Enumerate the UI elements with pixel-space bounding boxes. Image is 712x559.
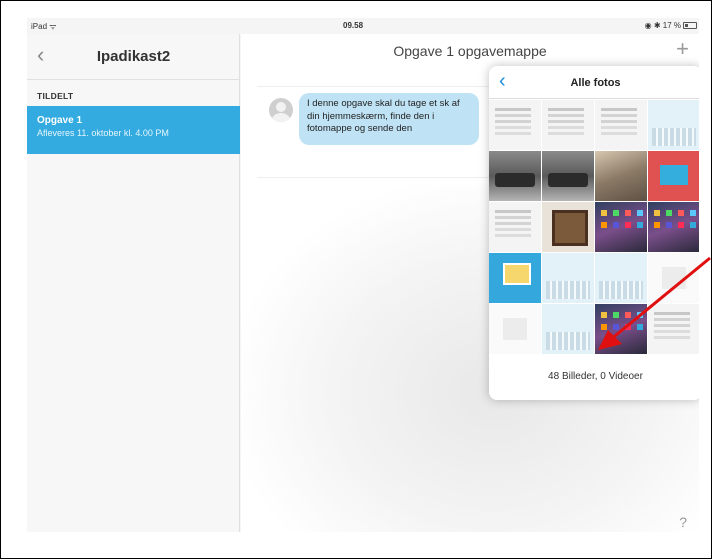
photo-thumbnail[interactable] xyxy=(648,151,699,201)
photo-picker-title: Alle fotos xyxy=(570,77,621,89)
photo-thumbnail[interactable] xyxy=(542,202,594,252)
red-arrow-annotation xyxy=(598,256,711,350)
photo-thumbnail[interactable] xyxy=(542,151,594,201)
photo-thumbnail[interactable] xyxy=(489,253,541,303)
photo-thumbnail[interactable] xyxy=(489,151,541,201)
photo-thumbnail[interactable] xyxy=(489,100,541,150)
photo-thumbnail[interactable] xyxy=(595,100,647,150)
photo-thumbnail[interactable] xyxy=(648,202,699,252)
add-icon[interactable]: + xyxy=(676,38,689,60)
sidebar: ‹ Ipadikast2 TILDELT Opgave 1 Afleveres … xyxy=(27,34,240,532)
photo-count: 48 Billeder, 0 Videoer xyxy=(548,371,643,382)
section-label-assigned: TILDELT xyxy=(37,91,74,101)
photo-thumbnail[interactable] xyxy=(542,100,594,150)
battery-icon xyxy=(683,22,697,29)
photo-thumbnail[interactable] xyxy=(542,253,594,303)
photo-thumbnail[interactable] xyxy=(595,202,647,252)
assignment-item[interactable]: Opgave 1 Afleveres 11. oktober kl. 4.00 … xyxy=(27,106,240,154)
help-icon[interactable]: ? xyxy=(679,514,687,530)
photo-thumbnail[interactable] xyxy=(542,304,594,354)
photo-thumbnail[interactable] xyxy=(489,304,541,354)
page-title: Opgave 1 opgavemappe xyxy=(393,43,547,59)
sidebar-header: ‹ Ipadikast2 xyxy=(27,34,240,80)
message-bubble: I denne opgave skal du tage et sk af din… xyxy=(299,93,479,145)
status-time: 09.58 xyxy=(343,21,364,30)
photo-thumbnail[interactable] xyxy=(648,100,699,150)
class-title: Ipadikast2 xyxy=(96,48,171,65)
photo-thumbnail[interactable] xyxy=(489,202,541,252)
device-label: iPad ᯤ xyxy=(31,22,57,31)
battery-label: ◉ ✱ 17 % xyxy=(644,21,681,30)
assignment-due-date: Afleveres 11. oktober kl. 4.00 PM xyxy=(37,128,169,138)
status-bar: iPad ᯤ 09.58 ◉ ✱ 17 % xyxy=(27,18,699,34)
photo-thumbnail[interactable] xyxy=(595,151,647,201)
avatar xyxy=(269,98,293,122)
assignment-title: Opgave 1 xyxy=(37,115,83,126)
photo-picker-header: ‹ Alle fotos xyxy=(489,66,699,99)
